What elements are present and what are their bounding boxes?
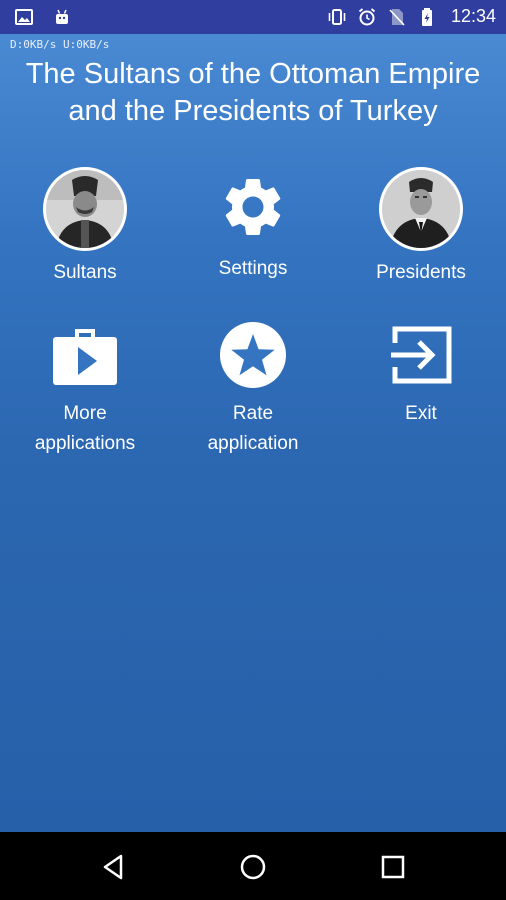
president-portrait	[382, 170, 460, 248]
android-icon	[56, 9, 68, 24]
status-bar: 12:34	[0, 0, 506, 34]
rate-application-label-line1: Rate	[232, 403, 274, 424]
no-sim-icon	[389, 8, 405, 26]
presidents-label: Presidents	[376, 262, 466, 283]
sultans-label: Sultans	[53, 262, 117, 283]
rate-application-button[interactable]: Rate application	[169, 321, 337, 459]
alarm-icon	[358, 7, 376, 25]
play-store-bag-icon	[53, 329, 117, 385]
settings-button[interactable]: Settings	[169, 172, 337, 284]
settings-label: Settings	[218, 258, 288, 279]
more-applications-label-line2: applications	[34, 433, 136, 454]
recents-icon[interactable]	[378, 852, 408, 882]
more-applications-button[interactable]: More applications	[1, 321, 169, 459]
sultans-button[interactable]: Sultans	[1, 167, 169, 288]
star-circle-icon	[220, 322, 286, 388]
back-icon[interactable]	[99, 852, 129, 882]
home-icon[interactable]	[238, 852, 268, 882]
exit-button[interactable]: Exit	[337, 321, 505, 429]
president-portrait-avatar	[379, 167, 463, 251]
exit-icon	[391, 326, 452, 384]
exit-label: Exit	[405, 403, 437, 424]
vibrate-icon	[328, 8, 346, 25]
app-title: The Sultans of the Ottoman Empire and th…	[0, 56, 506, 130]
sultan-portrait-avatar	[43, 167, 127, 251]
sultan-portrait	[46, 170, 124, 248]
app-title-line1: The Sultans of the Ottoman Empire	[25, 58, 481, 90]
network-speed-indicator: D:0KB/s U:0KB/s	[10, 38, 110, 51]
main-screen: D:0KB/s U:0KB/s The Sultans of the Ottom…	[0, 34, 506, 832]
rate-application-label-line2: application	[207, 433, 299, 454]
more-applications-label-line1: More	[63, 403, 107, 424]
clock-time: 12:34	[450, 6, 496, 26]
navigation-bar	[0, 832, 506, 900]
gear-icon	[225, 178, 281, 235]
image-icon	[15, 9, 33, 25]
app-title-line2: and the Presidents of Turkey	[68, 95, 438, 127]
battery-charging-icon	[421, 7, 432, 26]
presidents-button[interactable]: Presidents	[337, 167, 505, 288]
